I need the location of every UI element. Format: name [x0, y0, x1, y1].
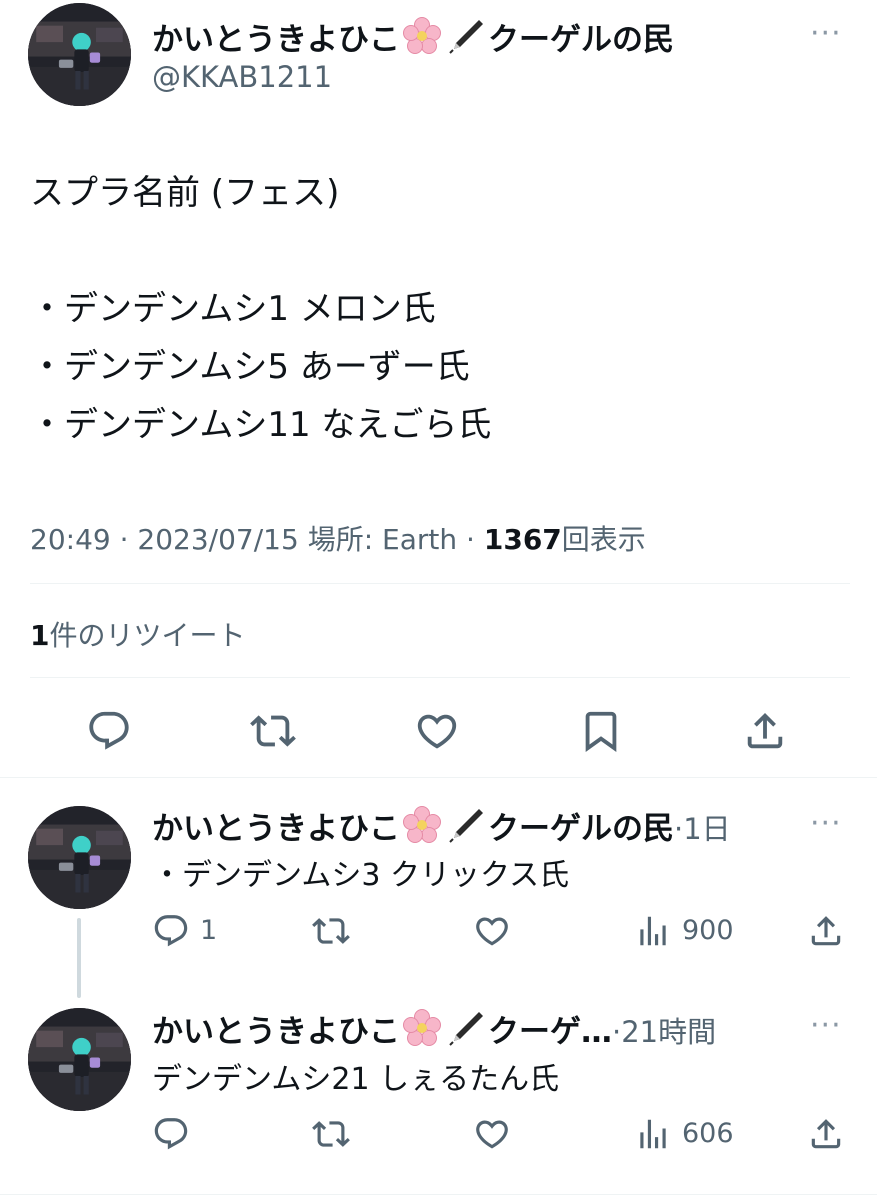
avatar-image [28, 3, 131, 106]
tweet-meta: 20:49 · 2023/07/15 場所: Earth · 1367回表示 [30, 518, 646, 558]
retweet-icon[interactable] [312, 912, 350, 950]
tweet-text-line: ・デンデンムシ1 メロン氏 [30, 289, 436, 329]
divider [30, 677, 850, 678]
fountain-pen-icon [446, 16, 486, 64]
views-icon[interactable] [634, 912, 672, 950]
reply-display-name: かいとうきよひこ [152, 811, 400, 847]
tweet-text: スプラ名前 (フェス) ・デンデンムシ1 メロン氏 ・デンデンムシ5 あーずー氏… [30, 164, 491, 454]
views-icon[interactable] [634, 1115, 672, 1153]
avatar[interactable] [28, 1008, 131, 1111]
more-options-icon[interactable]: ··· [810, 1011, 842, 1041]
divider [30, 583, 850, 584]
meta-separator: · [119, 523, 129, 556]
tweet-text-line: ・デンデンムシ11 なえごら氏 [30, 405, 492, 445]
retweet-icon[interactable] [250, 708, 296, 754]
author-name[interactable]: かいとうきよひこ クーゲルの民 [152, 14, 674, 64]
retweet-stats[interactable]: 1件のリツイート [30, 614, 246, 654]
tweet-date[interactable]: 2023/07/15 [137, 523, 298, 556]
retweet-label: 件のリツイート [49, 619, 246, 652]
share-icon[interactable] [807, 1115, 845, 1153]
author-display-name: かいとうきよひこ [152, 22, 400, 58]
views-count: 606 [682, 1118, 734, 1149]
views-count: 1367 [483, 523, 562, 556]
reply-text: ・デンデンムシ3 クリックス氏 [152, 858, 570, 893]
views-label: 回表示 [561, 523, 646, 556]
more-options-icon[interactable]: ··· [810, 19, 842, 49]
reply-icon[interactable] [152, 1115, 190, 1153]
like-icon[interactable] [473, 1115, 511, 1153]
more-options-icon[interactable]: ··· [810, 809, 842, 839]
bookmark-icon[interactable] [578, 708, 624, 754]
share-icon[interactable] [807, 912, 845, 950]
cherry-blossom-icon [402, 805, 442, 853]
meta-separator: · [466, 523, 475, 556]
reply-author-suffix: クーゲルの民 [488, 811, 674, 847]
reply-author-name[interactable]: かいとうきよひこ クーゲ…·21時間 [152, 1006, 716, 1056]
reply-icon[interactable] [86, 708, 132, 754]
author-suffix: クーゲルの民 [488, 22, 674, 58]
thread-line [77, 918, 81, 998]
reply-time[interactable]: ·1日 [674, 812, 731, 846]
avatar[interactable] [28, 806, 131, 909]
tweet-text-line: ・デンデンムシ5 あーずー氏 [30, 347, 470, 387]
reply-time[interactable]: ·21時間 [612, 1015, 716, 1049]
tweet-text-line: スプラ名前 (フェス) [30, 173, 340, 213]
fountain-pen-icon [446, 805, 486, 853]
fountain-pen-icon [446, 1008, 486, 1056]
reply-author-name[interactable]: かいとうきよひこ クーゲルの民·1日 [152, 803, 731, 853]
author-handle[interactable]: @KKAB1211 [152, 60, 332, 94]
reply-author-suffix: クーゲ… [488, 1014, 612, 1050]
share-icon[interactable] [742, 708, 788, 754]
divider [0, 1194, 877, 1195]
reply-display-name: かいとうきよひこ [152, 1014, 400, 1050]
tweet-time[interactable]: 20:49 [30, 523, 111, 556]
retweet-count: 1 [30, 619, 50, 652]
retweet-icon[interactable] [312, 1115, 350, 1153]
reply-icon[interactable] [152, 912, 190, 950]
divider [0, 777, 877, 778]
views-count: 900 [682, 915, 734, 946]
avatar[interactable] [28, 3, 131, 106]
avatar-image [28, 1008, 131, 1111]
reply-count: 1 [200, 915, 218, 946]
cherry-blossom-icon [402, 1008, 442, 1056]
tweet-text-line [30, 222, 491, 280]
like-icon[interactable] [414, 708, 460, 754]
tweet-location: 場所: Earth [307, 523, 458, 556]
cherry-blossom-icon [402, 16, 442, 64]
avatar-image [28, 806, 131, 909]
reply-text: デンデンムシ21 しぇるたん氏 [152, 1062, 560, 1097]
like-icon[interactable] [473, 912, 511, 950]
